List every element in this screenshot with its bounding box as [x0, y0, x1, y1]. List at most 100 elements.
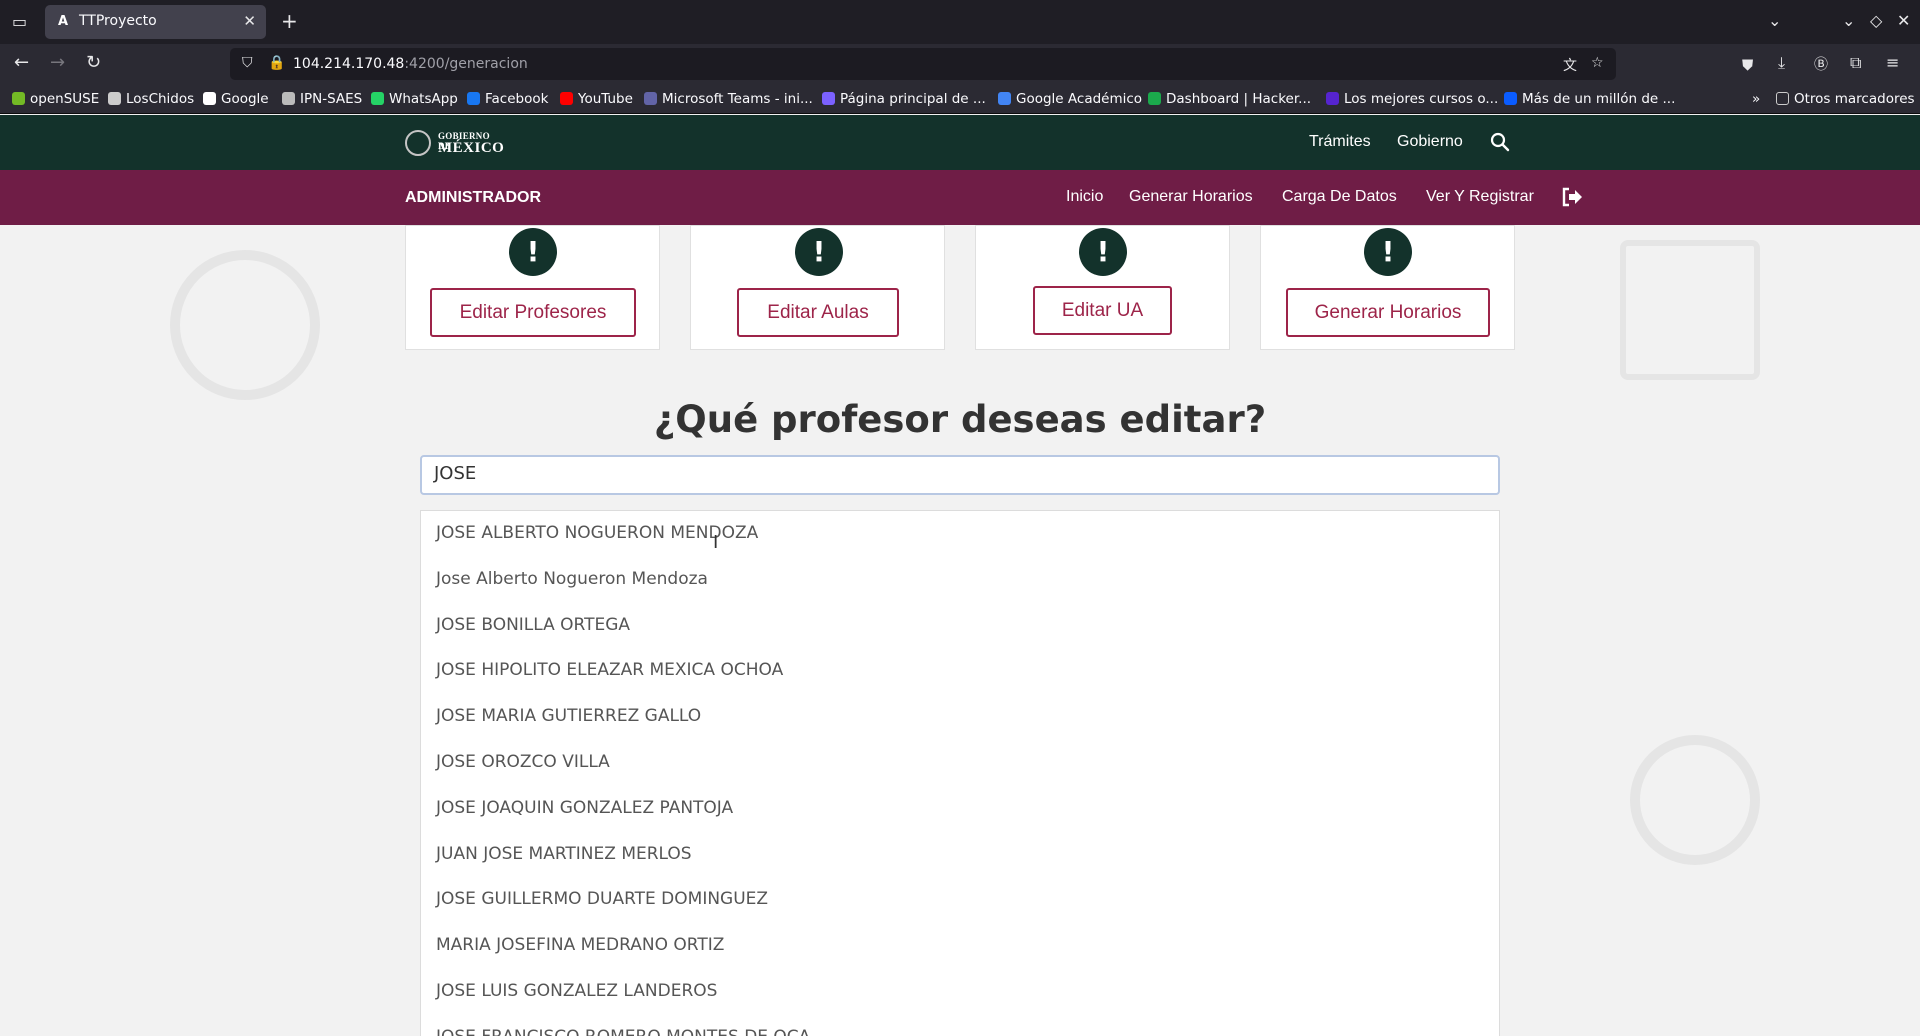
nav-generar-horarios[interactable]: Generar Horarios: [1129, 188, 1253, 206]
generar-horarios-button[interactable]: Generar Horarios: [1286, 288, 1490, 337]
result-item[interactable]: MARIA JOSEFINA MEDRANO ORTIZ: [421, 923, 1499, 969]
card-horarios: ! Generar Horarios: [1260, 225, 1515, 350]
logo-main-text: MÉXICO: [438, 140, 505, 156]
result-item[interactable]: JOSE GUILLERMO DUARTE DOMINGUEZ: [421, 877, 1499, 923]
bookmark-item[interactable]: Página principal de ...: [822, 91, 986, 107]
result-item[interactable]: JOSE MARIA GUTIERREZ GALLO: [421, 694, 1499, 740]
bookmark-item[interactable]: openSUSE: [12, 91, 99, 107]
nav-tramites[interactable]: Trámites: [1309, 133, 1371, 151]
bookmark-item[interactable]: Microsoft Teams - ini...: [644, 91, 813, 107]
bookmark-favicon-icon: [1326, 92, 1339, 105]
new-tab-icon[interactable]: +: [281, 11, 298, 31]
search-icon[interactable]: [1490, 132, 1510, 152]
result-item[interactable]: JOSE LUIS GONZALEZ LANDEROS: [421, 969, 1499, 1015]
other-bookmarks[interactable]: Otros marcadores: [1776, 91, 1915, 107]
bookmark-label: Los mejores cursos o...: [1344, 91, 1499, 107]
result-item[interactable]: Jose Alberto Nogueron Mendoza: [421, 557, 1499, 603]
result-item[interactable]: JUAN JOSE MARTINEZ MERLOS: [421, 832, 1499, 878]
bookmark-item[interactable]: Más de un millón de ...: [1504, 91, 1675, 107]
menu-icon[interactable]: ≡: [1886, 52, 1899, 74]
admin-brand[interactable]: ADMINISTRADOR: [405, 189, 541, 207]
exclamation-icon: !: [1079, 228, 1127, 276]
logout-icon[interactable]: [1561, 187, 1583, 207]
seal-icon: [405, 130, 431, 156]
result-item[interactable]: JOSE JOAQUIN GONZALEZ PANTOJA: [421, 786, 1499, 832]
url-text[interactable]: 104.214.170.48:4200/generacion: [293, 56, 528, 72]
bookmark-item[interactable]: WhatsApp: [371, 91, 458, 107]
bookmark-label: Más de un millón de ...: [1522, 91, 1676, 107]
gobierno-mexico-logo[interactable]: GOBIERNO DE MÉXICO: [405, 130, 505, 156]
bookmark-item[interactable]: Dashboard | Hacker...: [1148, 91, 1311, 107]
result-item[interactable]: JOSE FRANCISCO ROMERO MONTES DE OCA: [421, 1015, 1499, 1036]
bookmark-favicon-icon: [560, 92, 573, 105]
bookmark-item[interactable]: Facebook: [467, 91, 548, 107]
bookmark-item[interactable]: Google Académico: [998, 91, 1142, 107]
close-window-icon[interactable]: ✕: [1897, 11, 1910, 31]
result-item[interactable]: JOSE HIPOLITO ELEAZAR MEXICA OCHOA: [421, 648, 1499, 694]
card-profesores: ! Editar Profesores: [405, 225, 660, 350]
bookmark-favicon-icon: [1504, 92, 1517, 105]
nav-ver-y-registrar[interactable]: Ver Y Registrar: [1426, 188, 1534, 206]
exclamation-icon: !: [1364, 228, 1412, 276]
translate-icon[interactable]: 文: [1563, 55, 1577, 75]
bookmark-item[interactable]: LosChidos: [108, 91, 194, 107]
bookmark-star-icon[interactable]: ☆: [1591, 55, 1604, 71]
admin-navbar: ADMINISTRADOR Inicio Generar Horarios Ca…: [0, 170, 1920, 225]
minimize-icon[interactable]: ⌄: [1842, 11, 1855, 31]
scales-decoration-icon: [1620, 240, 1760, 380]
forward-icon[interactable]: →: [50, 52, 65, 74]
bookmark-label: Dashboard | Hacker...: [1166, 91, 1312, 107]
other-bookmarks-label: Otros marcadores: [1794, 91, 1915, 107]
bookmark-favicon-icon: [282, 92, 295, 105]
bookmark-label: Facebook: [485, 91, 549, 107]
lock-icon[interactable]: 🔒: [268, 55, 285, 71]
bookmark-favicon-icon: [998, 92, 1011, 105]
exclamation-icon: !: [509, 228, 557, 276]
reload-icon[interactable]: ↻: [86, 52, 101, 74]
close-tab-icon[interactable]: ✕: [243, 12, 256, 30]
card-aulas: ! Editar Aulas: [690, 225, 945, 350]
editar-profesores-button[interactable]: Editar Profesores: [430, 288, 636, 337]
restore-icon[interactable]: ◇: [1870, 11, 1882, 31]
editar-aulas-button[interactable]: Editar Aulas: [737, 288, 899, 337]
download-icon[interactable]: ⤓: [1778, 52, 1785, 74]
bookmark-favicon-icon: [822, 92, 835, 105]
nav-gobierno[interactable]: Gobierno: [1397, 133, 1463, 151]
result-item[interactable]: JOSE OROZCO VILLA: [421, 740, 1499, 786]
result-item[interactable]: JOSE ALBERTO NOGUERON MENDOZA: [421, 511, 1499, 557]
address-bar[interactable]: ⛉ 🔒 104.214.170.48:4200/generacion 文 ☆: [230, 48, 1616, 80]
shield-icon[interactable]: ⛉: [242, 55, 253, 71]
bookmark-label: WhatsApp: [389, 91, 458, 107]
card-ua: ! Editar UA: [975, 225, 1230, 350]
bookmarks-bar: » Otros marcadores openSUSE LosChidos Goog…: [0, 84, 1920, 114]
professor-search-input[interactable]: JOSE: [420, 455, 1500, 495]
nav-carga-de-datos[interactable]: Carga De Datos: [1282, 188, 1397, 206]
bookmark-label: Página principal de ...: [840, 91, 986, 107]
editar-ua-button[interactable]: Editar UA: [1033, 286, 1172, 335]
result-item[interactable]: JOSE BONILLA ORTEGA: [421, 603, 1499, 649]
tab-overflow-chevron-icon[interactable]: ⌄: [1768, 11, 1781, 31]
bookmark-item[interactable]: Los mejores cursos o...: [1326, 91, 1498, 107]
bookmark-label: LosChidos: [126, 91, 195, 107]
bookmark-label: IPN-SAES: [300, 91, 363, 107]
bookmark-item[interactable]: Google: [203, 91, 269, 107]
bookmark-favicon-icon: [108, 92, 121, 105]
bookmark-item[interactable]: IPN-SAES: [282, 91, 362, 107]
browser-tab[interactable]: A TTProyecto ✕: [45, 5, 266, 39]
tab-list-icon[interactable]: ▭: [12, 12, 27, 32]
back-icon[interactable]: ←: [14, 52, 29, 74]
bookmark-item[interactable]: YouTube: [560, 91, 633, 107]
account-icon[interactable]: Ⓑ: [1814, 54, 1828, 76]
pocket-icon[interactable]: ⛊: [1742, 54, 1753, 76]
page: GOBIERNO DE MÉXICO Trámites Gobierno ADM…: [0, 115, 1920, 1036]
gear-decoration-icon: [170, 250, 320, 400]
folder-icon: [1776, 92, 1789, 105]
nav-inicio[interactable]: Inicio: [1066, 188, 1103, 206]
bookmark-favicon-icon: [203, 92, 216, 105]
bookmark-favicon-icon: [644, 92, 657, 105]
chevron-double-right-icon[interactable]: »: [1752, 91, 1760, 107]
government-header: GOBIERNO DE MÉXICO Trámites Gobierno: [0, 115, 1920, 170]
text-cursor-icon: I: [713, 532, 719, 553]
extensions-icon[interactable]: ⧉: [1850, 52, 1861, 74]
bookmark-label: YouTube: [578, 91, 633, 107]
